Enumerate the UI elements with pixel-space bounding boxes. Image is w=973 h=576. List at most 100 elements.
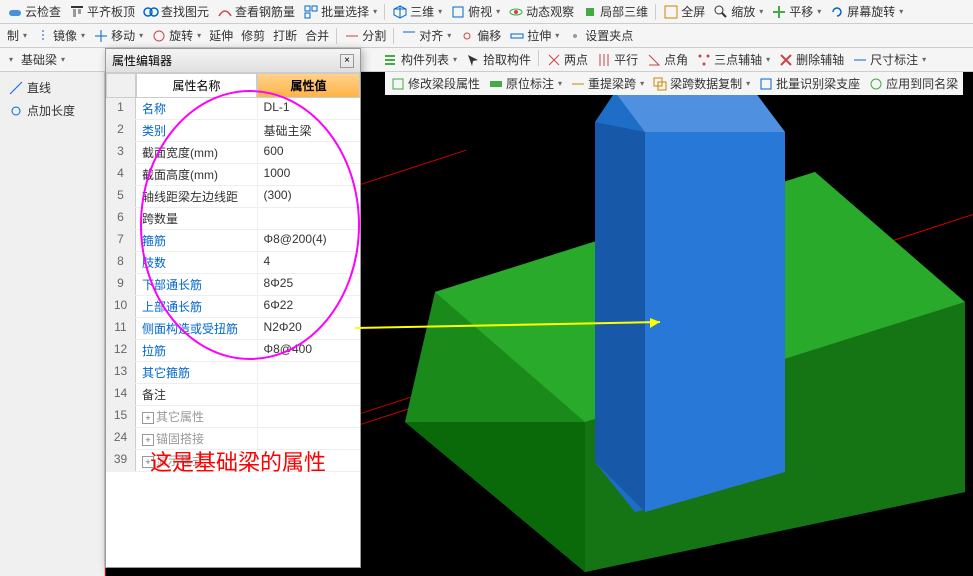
batch-select-button[interactable]: 批量选择 <box>300 2 380 21</box>
merge-button[interactable]: 合并 <box>302 26 332 45</box>
row-value[interactable] <box>258 384 360 405</box>
rotate-button[interactable]: 旋转 <box>148 26 204 45</box>
batch-support-button[interactable]: 批量识别梁支座 <box>755 74 863 93</box>
property-row[interactable]: 10 上部通长筋 6Φ22 <box>106 296 360 318</box>
property-row[interactable]: 9 下部通长筋 8Φ25 <box>106 274 360 296</box>
trim-button[interactable]: 修剪 <box>238 26 268 45</box>
property-row[interactable]: 5 轴线距梁左边线距 (300) <box>106 186 360 208</box>
break-button[interactable]: 打断 <box>270 26 300 45</box>
pick-component-button[interactable]: 拾取构件 <box>462 50 534 69</box>
property-row[interactable]: 6 跨数量 <box>106 208 360 230</box>
dropdown1[interactable] <box>4 54 16 65</box>
stretch-button[interactable]: 拉伸 <box>506 26 562 45</box>
zoom-icon <box>713 4 729 20</box>
row-value[interactable]: 600 <box>258 142 360 163</box>
3d-view-button[interactable]: 三维 <box>389 2 445 21</box>
pick-icon <box>465 52 481 68</box>
label: 打断 <box>273 27 297 44</box>
align-top-button[interactable]: 平齐板顶 <box>66 2 138 21</box>
label: 点加长度 <box>27 102 75 119</box>
left-panel: 直线 点加长度 <box>0 72 105 576</box>
rotate-screen-button[interactable]: 屏幕旋转 <box>826 2 906 21</box>
view-rebar-button[interactable]: 查看钢筋量 <box>214 2 298 21</box>
label: 全屏 <box>681 3 705 20</box>
split-button[interactable]: 分割 <box>341 26 389 45</box>
line-button[interactable]: 直线 <box>4 76 100 99</box>
row-value[interactable] <box>258 362 360 383</box>
row-value[interactable]: 8Φ25 <box>258 274 360 295</box>
move-button[interactable]: 移动 <box>90 26 146 45</box>
property-row[interactable]: 4 截面高度(mm) 1000 <box>106 164 360 186</box>
label: 查找图元 <box>161 3 209 20</box>
fullscreen-button[interactable]: 全屏 <box>660 2 708 21</box>
cloud-check-button[interactable]: 云检查 <box>4 2 64 21</box>
property-row[interactable]: 3 截面宽度(mm) 600 <box>106 142 360 164</box>
property-editor-titlebar[interactable]: 属性编辑器 × <box>106 49 360 73</box>
label: 修剪 <box>241 27 265 44</box>
offset-button[interactable]: 偏移 <box>456 26 504 45</box>
orbit-button[interactable]: 动态观察 <box>505 2 577 21</box>
label: 屏幕旋转 <box>847 3 895 20</box>
top-view-button[interactable]: 俯视 <box>447 2 503 21</box>
beam-type-dropdown[interactable]: 基础梁 <box>18 50 68 69</box>
zoom-button[interactable]: 缩放 <box>710 2 766 21</box>
find-element-button[interactable]: 查找图元 <box>140 2 212 21</box>
property-expand-row[interactable]: 15 +其它属性 <box>106 406 360 428</box>
row-value[interactable]: 基础主梁 <box>258 120 360 141</box>
property-row[interactable]: 8 肢数 4 <box>106 252 360 274</box>
main-toolbar: 云检查 平齐板顶 查找图元 查看钢筋量 批量选择 三维 俯视 动态观察 局部三维… <box>0 0 973 24</box>
two-point-button[interactable]: 两点 <box>543 50 591 69</box>
point-length-button[interactable]: 点加长度 <box>4 99 100 122</box>
align-button[interactable]: 对齐 <box>398 26 454 45</box>
property-row[interactable]: 1 名称 DL-1 <box>106 98 360 120</box>
modify-beam-button[interactable]: 修改梁段属性 <box>387 74 483 93</box>
property-row[interactable]: 11 侧面构造或受扭筋 N2Φ20 <box>106 318 360 340</box>
cube-icon <box>392 4 408 20</box>
label: 云检查 <box>25 3 61 20</box>
row-value[interactable]: Φ8@200(4) <box>258 230 360 251</box>
row-value[interactable] <box>258 208 360 229</box>
row-name: 备注 <box>136 384 258 405</box>
row-value[interactable]: 6Φ22 <box>258 296 360 317</box>
dimension-button[interactable]: 尺寸标注 <box>849 50 929 69</box>
tool-button[interactable]: 制 <box>4 26 30 45</box>
copy-span-button[interactable]: 梁跨数据复制 <box>649 74 753 93</box>
row-value[interactable]: Φ8@400 <box>258 340 360 361</box>
extend-button[interactable]: 延伸 <box>206 26 236 45</box>
point-angle-button[interactable]: 点角 <box>643 50 691 69</box>
property-row[interactable]: 14 备注 <box>106 384 360 406</box>
separator <box>655 4 656 20</box>
property-row[interactable]: 13 其它箍筋 <box>106 362 360 384</box>
label: 镜像 <box>53 27 77 44</box>
close-button[interactable]: × <box>340 54 354 68</box>
row-num: 11 <box>106 318 136 339</box>
row-value[interactable]: (300) <box>258 186 360 207</box>
parallel-button[interactable]: 平行 <box>593 50 641 69</box>
label: 拾取构件 <box>483 51 531 68</box>
parallel-icon <box>596 52 612 68</box>
grip-button[interactable]: 设置夹点 <box>564 26 636 45</box>
header-value[interactable]: 属性值 <box>257 73 360 98</box>
row-value[interactable]: 1000 <box>258 164 360 185</box>
three-point-axis-button[interactable]: 三点辅轴 <box>693 50 773 69</box>
property-header: 属性名称 属性值 <box>106 73 360 98</box>
row-num: 24 <box>106 428 136 449</box>
property-row[interactable]: 7 箍筋 Φ8@200(4) <box>106 230 360 252</box>
expand-icon[interactable]: + <box>142 412 154 424</box>
delete-axis-button[interactable]: 删除辅轴 <box>775 50 847 69</box>
row-name: 截面宽度(mm) <box>136 142 258 163</box>
binoculars-icon <box>143 4 159 20</box>
separator <box>336 28 337 44</box>
mirror-button[interactable]: 镜像 <box>32 26 88 45</box>
property-row[interactable]: 12 拉筋 Φ8@400 <box>106 340 360 362</box>
property-row[interactable]: 2 类别 基础主梁 <box>106 120 360 142</box>
row-value[interactable]: 4 <box>258 252 360 273</box>
local-3d-button[interactable]: 局部三维 <box>579 2 651 21</box>
apply-samename-button[interactable]: 应用到同名梁 <box>865 74 961 93</box>
component-list-button[interactable]: 构件列表 <box>380 50 460 69</box>
pan-button[interactable]: 平移 <box>768 2 824 21</box>
row-value[interactable]: DL-1 <box>258 98 360 119</box>
inplace-label-button[interactable]: 原位标注 <box>485 74 565 93</box>
repick-span-button[interactable]: 重提梁跨 <box>567 74 647 93</box>
row-value[interactable]: N2Φ20 <box>258 318 360 339</box>
